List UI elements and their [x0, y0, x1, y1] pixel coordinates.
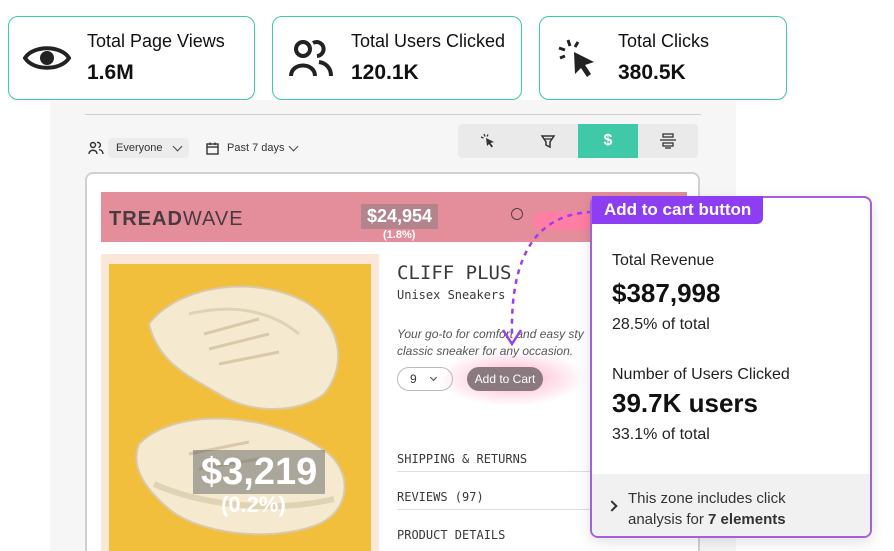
chevron-down-icon — [173, 141, 183, 151]
tooltip-footer[interactable]: This zone includes click analysis for 7 … — [592, 474, 870, 536]
chevron-down-icon — [289, 141, 299, 151]
store-logo: TREADWAVE — [109, 208, 244, 230]
stat-value: 1.6M — [87, 61, 134, 84]
audience-value: Everyone — [116, 142, 163, 154]
revenue-mode-button[interactable]: $ — [578, 124, 638, 158]
users-value: 39.7K users — [612, 388, 758, 418]
users-icon — [285, 32, 337, 84]
footer-elements-count: 7 elements — [708, 511, 786, 528]
clicks-mode-button[interactable] — [458, 124, 518, 158]
period-value: Past 7 days — [227, 142, 285, 154]
layout-icon — [660, 133, 676, 149]
period-filter[interactable]: Past 7 days — [206, 135, 299, 161]
product-image-frame[interactable]: $3,219 (0.2%) — [101, 254, 379, 551]
revenue-label: Total Revenue — [612, 252, 715, 269]
revenue-pct: 28.5% of total — [612, 316, 710, 333]
stat-value: 380.5K — [618, 61, 686, 84]
stat-label: Total Clicks — [618, 31, 710, 51]
stat-card-users-clicked: Total Users Clicked 120.1K — [272, 16, 522, 100]
accordion-details[interactable]: PRODUCT DETAILS — [397, 528, 607, 547]
cursor-click-icon — [552, 32, 604, 84]
stat-value: 120.1K — [351, 61, 419, 84]
accordion-shipping[interactable]: SHIPPING & RETURNS — [397, 452, 607, 472]
chevron-right-icon — [606, 500, 618, 512]
product-title: CLIFF PLUS — [397, 262, 512, 284]
image-revenue: $3,219 — [193, 450, 326, 494]
users-pct: 33.1% of total — [612, 426, 710, 443]
funnel-mode-button[interactable] — [518, 124, 578, 158]
funnel-icon — [540, 135, 556, 149]
zone-tag: Add to cart button — [592, 196, 764, 224]
stat-card-page-views: Total Page Views 1.6M — [8, 16, 255, 100]
users-label: Number of Users Clicked — [612, 366, 790, 383]
header-revenue-pct: (1.8%) — [383, 229, 416, 241]
search-icon[interactable] — [511, 208, 523, 220]
divider — [85, 114, 701, 115]
calendar-icon — [206, 142, 219, 155]
metric-toggle: $ — [458, 124, 698, 158]
product-subtitle: Unisex Sneakers — [397, 288, 506, 302]
header-revenue: $24,954 — [361, 204, 439, 229]
cursor-click-icon — [480, 133, 494, 148]
add-to-cart-button[interactable]: Add to Cart — [467, 367, 543, 391]
dollar-icon: $ — [603, 132, 613, 149]
accordion-reviews[interactable]: REVIEWS (97) — [397, 490, 607, 510]
audience-filter[interactable]: Everyone — [88, 135, 190, 161]
stat-label: Total Users Clicked — [351, 31, 506, 51]
image-revenue-pct: (0.2%) — [221, 492, 286, 517]
zone-tooltip: Total Revenue $387,998 28.5% of total Nu… — [590, 196, 872, 538]
revenue-value: $387,998 — [612, 278, 721, 308]
footer-text: This zone includes click analysis for 7 … — [628, 490, 786, 528]
users-icon — [88, 141, 104, 155]
chevron-down-icon — [429, 373, 437, 381]
stat-card-clicks: Total Clicks 380.5K — [539, 16, 787, 100]
layout-mode-button[interactable] — [638, 124, 698, 158]
stat-label: Total Page Views — [87, 31, 225, 51]
eye-icon — [21, 32, 73, 84]
